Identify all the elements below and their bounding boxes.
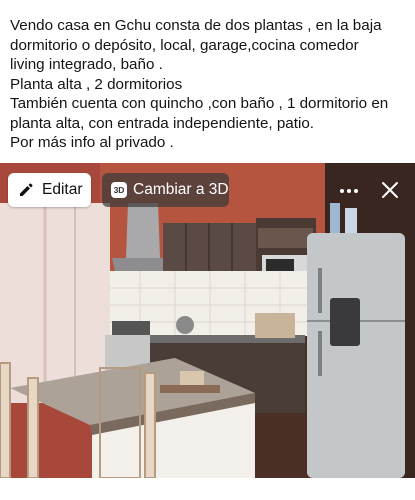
view-3d-label: Cambiar a 3D xyxy=(133,181,229,198)
more-dots-icon xyxy=(347,189,351,193)
edit-button[interactable]: Editar xyxy=(8,173,91,207)
kitchen-photo[interactable]: Editar 3D Cambiar a 3D xyxy=(0,163,415,478)
close-icon xyxy=(382,182,398,198)
caption-line: dormitorio o depósito, local, garage,coc… xyxy=(10,36,359,54)
caption-line: También cuenta con quincho ,con baño , 1… xyxy=(10,95,389,112)
caption-line: Por más info al privado . xyxy=(10,134,174,151)
more-dots-icon xyxy=(340,189,344,193)
edit-label: Editar xyxy=(42,181,83,198)
post-caption: Vendo casa en Gchu consta de dos plantas… xyxy=(10,16,408,153)
close-button[interactable] xyxy=(378,178,402,202)
more-options-button[interactable] xyxy=(334,183,364,199)
caption-line: Planta alta , 2 dormitorios xyxy=(10,75,183,93)
caption-line: Vendo casa en Gchu consta de dos plantas… xyxy=(10,17,382,34)
more-dots-icon xyxy=(354,189,358,193)
cube-3d-icon: 3D xyxy=(111,182,127,198)
caption-line: living integrado, baño . xyxy=(10,56,163,73)
view-3d-button[interactable]: 3D Cambiar a 3D xyxy=(102,173,229,207)
kitchen-photo-image xyxy=(0,163,415,478)
caption-line: planta alta, con entrada independiente, … xyxy=(10,114,314,132)
pencil-icon xyxy=(20,183,33,196)
